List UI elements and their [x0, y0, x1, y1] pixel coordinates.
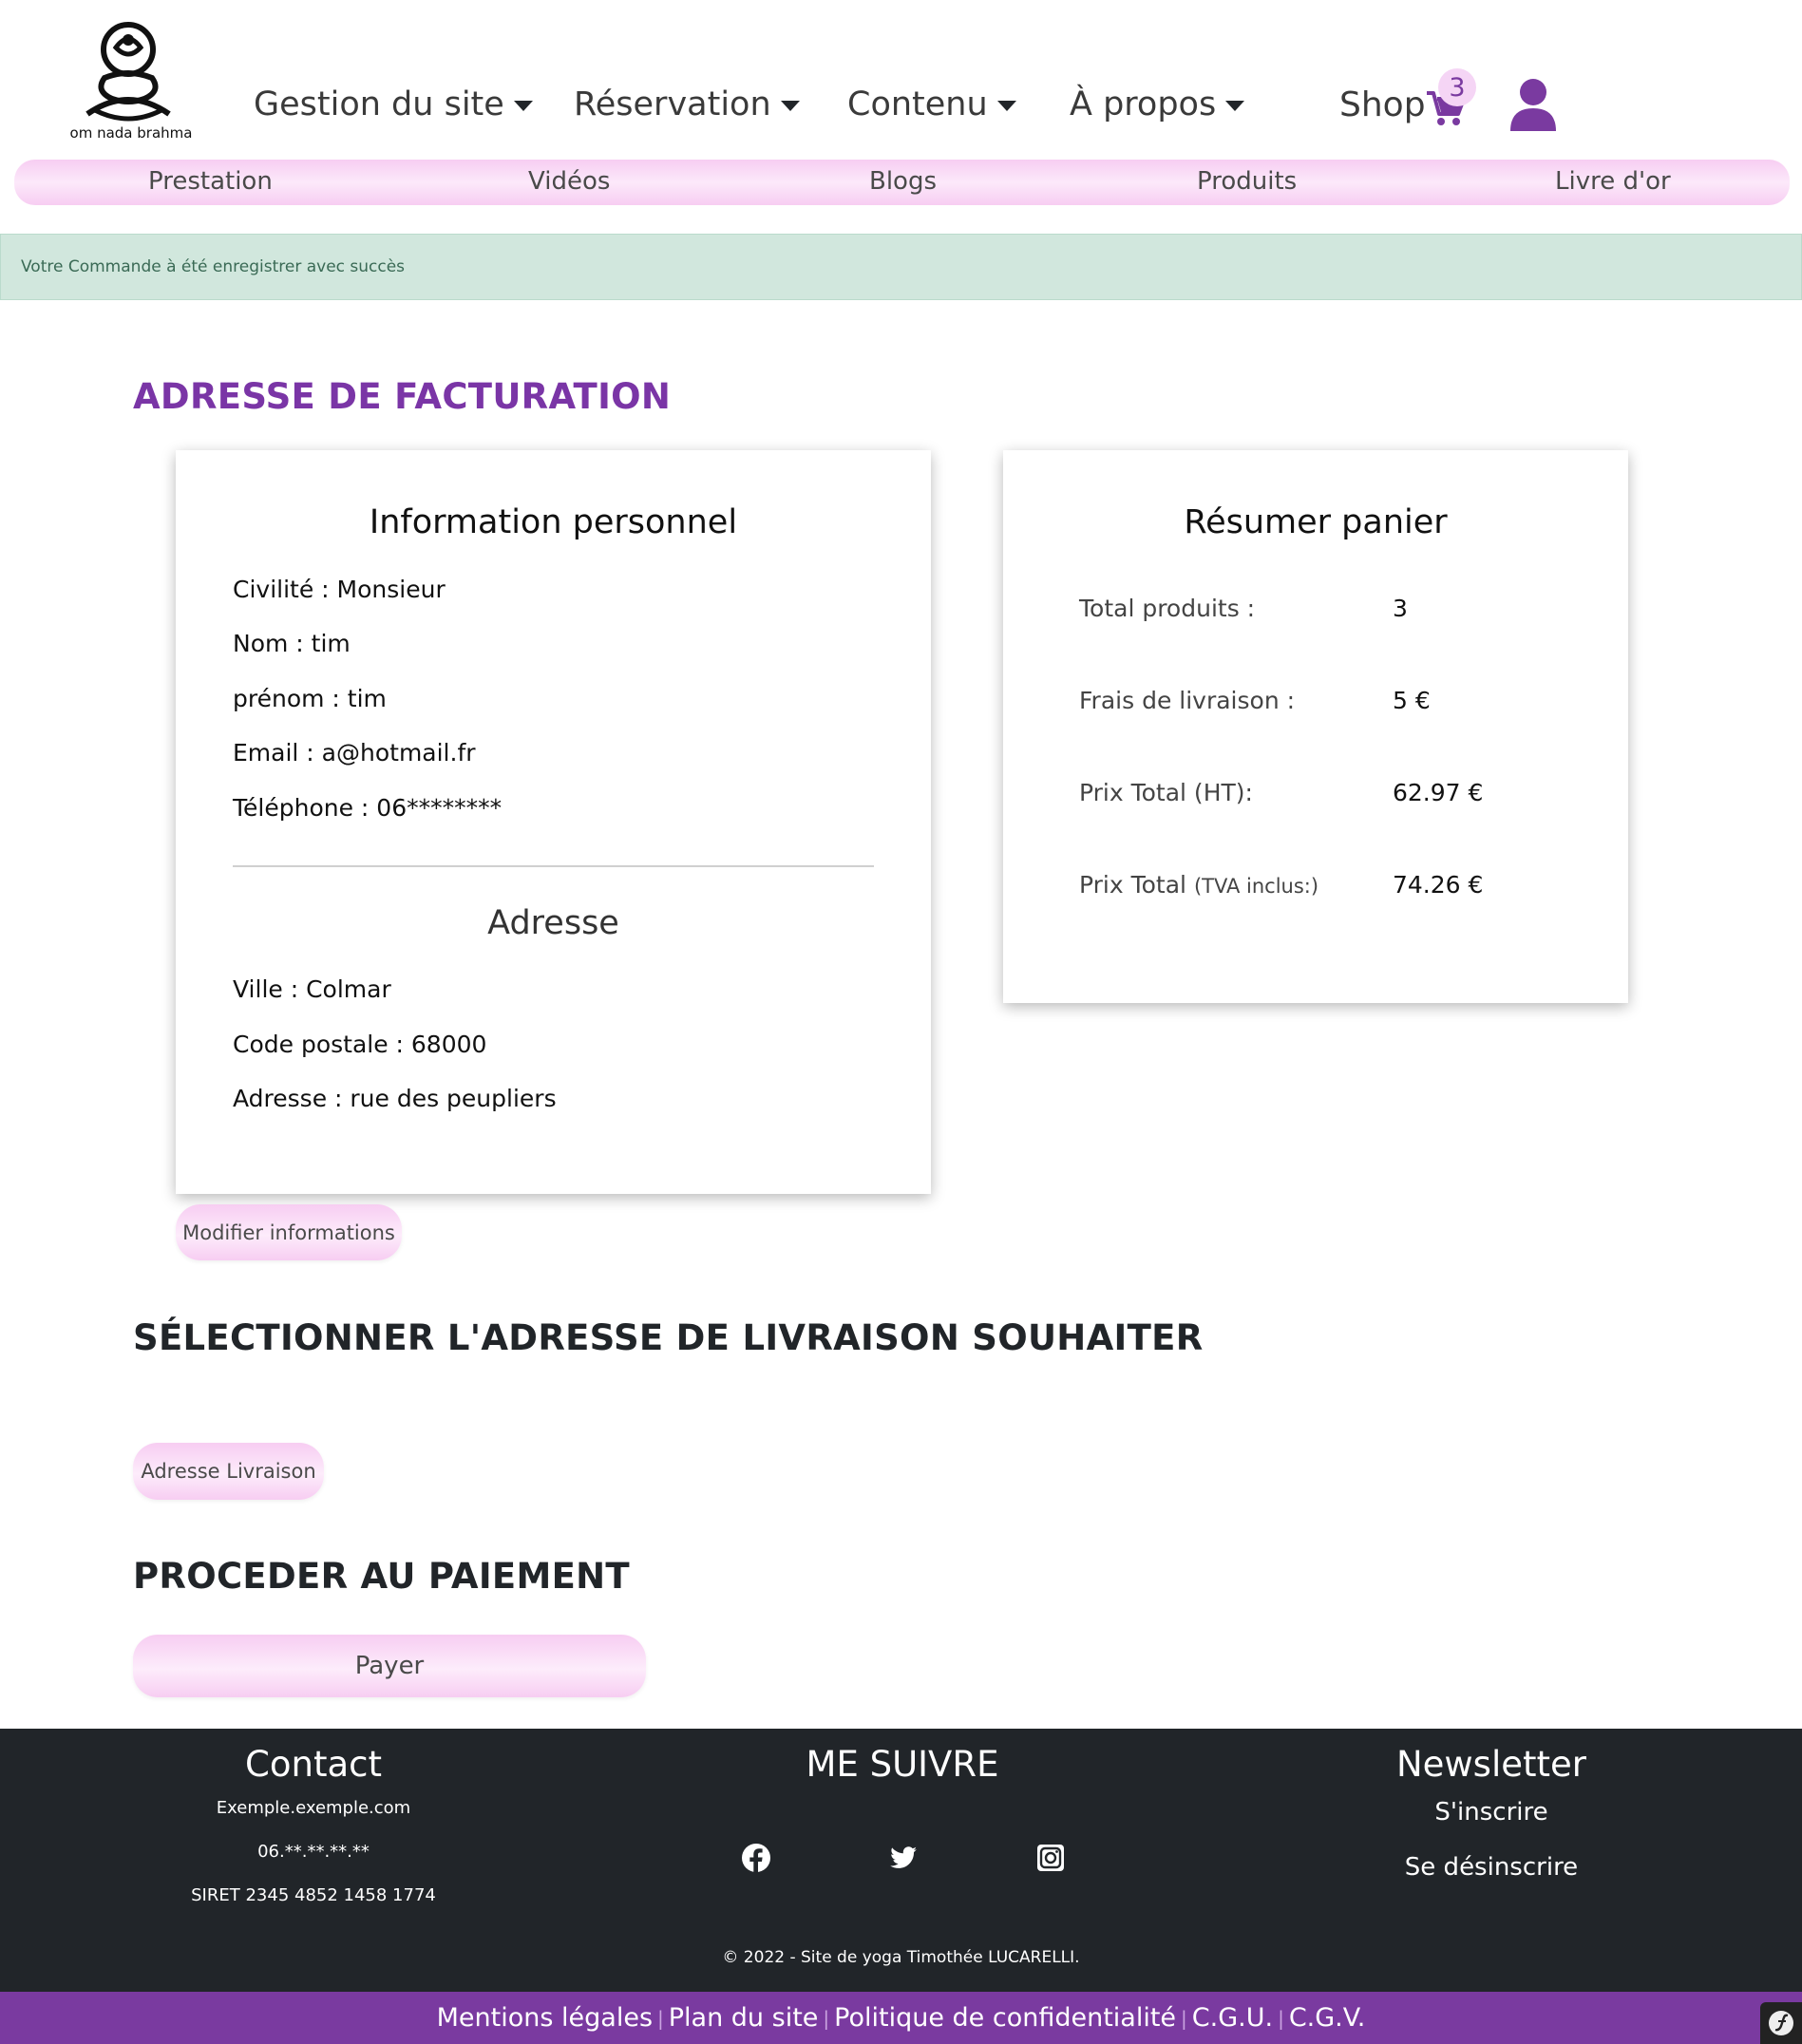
nav-label: Contenu	[847, 85, 988, 123]
cart-summary-title: Résumer panier	[1184, 503, 1448, 541]
subnav-produits[interactable]: Produits	[1197, 167, 1297, 196]
legal-links-bar: Mentions légales | Plan du site | Politi…	[0, 1992, 1802, 2044]
footer-siret: SIRET 2345 4852 1458 1774	[191, 1885, 436, 1905]
modify-info-button[interactable]: Modifier informations	[176, 1204, 402, 1260]
caret-down-icon	[513, 100, 533, 111]
subnav-blogs[interactable]: Blogs	[869, 167, 937, 196]
civility-line: Civilité : Monsieur	[233, 576, 446, 603]
cart-row-value: 74.26 €	[1393, 871, 1484, 899]
caret-down-icon	[780, 100, 800, 111]
legal-link-cgu[interactable]: C.G.U.	[1192, 2003, 1273, 2033]
payment-title: PROCEDER AU PAIEMENT	[133, 1556, 630, 1597]
personal-info-title: Information personnel	[369, 503, 738, 541]
footer-email: Exemple.exemple.com	[216, 1798, 411, 1818]
divider	[233, 865, 874, 867]
subnav-videos[interactable]: Vidéos	[528, 167, 610, 196]
nav-label: Gestion du site	[254, 85, 504, 123]
cart-row-value: 62.97 €	[1393, 779, 1484, 806]
nav-a-propos[interactable]: À propos	[1070, 85, 1245, 123]
postal-code-line: Code postale : 68000	[233, 1031, 487, 1058]
street-address-line: Adresse : rue des peupliers	[233, 1085, 557, 1112]
phone-line: Téléphone : 06********	[233, 794, 503, 822]
billing-title: ADRESSE DE FACTURATION	[133, 376, 672, 417]
legal-link-cgv[interactable]: C.G.V.	[1289, 2003, 1366, 2033]
legal-link-mentions[interactable]: Mentions légales	[437, 2003, 653, 2033]
success-alert: Votre Commande à été enregistrer avec su…	[0, 234, 1802, 300]
cart-row-label-suffix: (TVA inclus:)	[1193, 875, 1319, 898]
nav-reservation[interactable]: Réservation	[574, 85, 800, 123]
address-title: Adresse	[487, 904, 619, 942]
cart-row-value: 5 €	[1393, 687, 1431, 714]
delivery-title: SÉLECTIONNER L'ADRESSE DE LIVRAISON SOUH…	[133, 1317, 1204, 1358]
cart-row-label: Prix Total (TVA inclus:)	[1079, 871, 1318, 899]
cart-summary-card: Résumer panier Total produits : 3 Frais …	[1003, 450, 1628, 1003]
footer-newsletter-title: Newsletter	[1395, 1744, 1586, 1785]
nav-label: À propos	[1070, 85, 1217, 123]
subnav-prestation[interactable]: Prestation	[148, 167, 273, 196]
instagram-icon[interactable]	[1035, 1843, 1066, 1873]
personal-info-card: Information personnel Civilité : Monsieu…	[176, 450, 931, 1194]
newsletter-subscribe-link[interactable]: S'inscrire	[1349, 1798, 1634, 1826]
footer-contact-title: Contact	[245, 1744, 382, 1785]
separator: |	[823, 2006, 830, 2030]
footer-social-title: ME SUIVRE	[806, 1744, 999, 1785]
nav-contenu[interactable]: Contenu	[847, 85, 1016, 123]
subnav-livre-d-or[interactable]: Livre d'or	[1555, 167, 1671, 196]
copyright: © 2022 - Site de yoga Timothée LUCARELLI…	[722, 1948, 1080, 1967]
facebook-icon[interactable]	[741, 1843, 771, 1873]
email-line: Email : a@hotmail.fr	[233, 739, 476, 766]
first-name-line: prénom : tim	[233, 685, 387, 712]
newsletter-unsubscribe-link[interactable]: Se désinscrire	[1349, 1853, 1634, 1882]
sub-nav: Prestation Vidéos Blogs Produits Livre d…	[14, 160, 1790, 205]
cart-row-label-main: Prix Total	[1079, 871, 1186, 899]
shop-label: Shop	[1339, 85, 1426, 124]
legal-link-sitemap[interactable]: Plan du site	[669, 2003, 819, 2033]
caret-down-icon	[1225, 100, 1245, 111]
cart-row-label: Frais de livraison :	[1079, 687, 1296, 714]
delivery-address-button[interactable]: Adresse Livraison	[133, 1443, 324, 1500]
separator: |	[657, 2006, 664, 2030]
twitter-icon[interactable]	[888, 1843, 919, 1873]
pay-button[interactable]: Payer	[133, 1635, 646, 1697]
cart-row-label: Total produits :	[1079, 595, 1256, 622]
separator: |	[1181, 2006, 1187, 2030]
legal-link-privacy[interactable]: Politique de confidentialité	[834, 2003, 1176, 2033]
nav-label: Réservation	[574, 85, 771, 123]
user-icon[interactable]	[1508, 78, 1558, 131]
cart-count-badge: 3	[1438, 68, 1476, 106]
symfony-logo-icon	[1769, 2011, 1793, 2035]
cart-row-label: Prix Total (HT):	[1079, 779, 1253, 806]
last-name-line: Nom : tim	[233, 630, 351, 657]
footer-phone: 06.**.**.**.**	[257, 1842, 370, 1862]
cart-row-value: 3	[1393, 595, 1408, 622]
caret-down-icon	[996, 100, 1016, 111]
nav-gestion-du-site[interactable]: Gestion du site	[254, 85, 533, 123]
city-line: Ville : Colmar	[233, 975, 391, 1003]
separator: |	[1278, 2006, 1284, 2030]
symfony-debug-icon[interactable]	[1760, 2002, 1802, 2044]
